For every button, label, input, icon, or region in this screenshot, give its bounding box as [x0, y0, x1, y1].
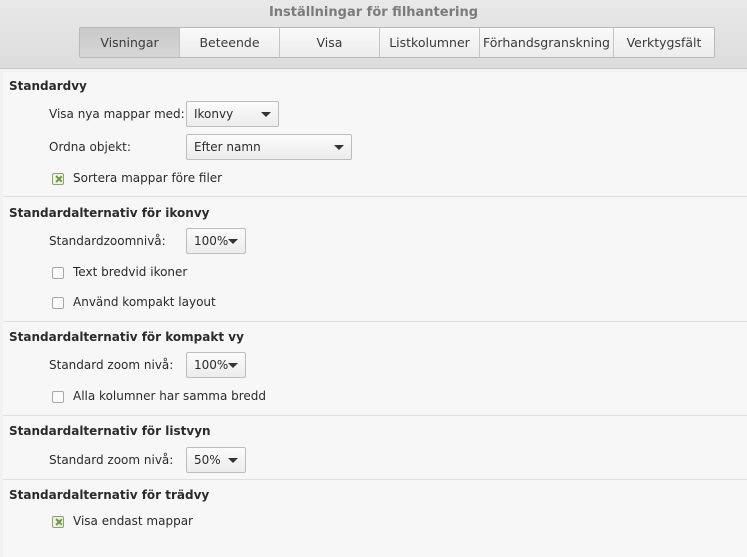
section-title-compact-view: Standardalternativ för kompakt vy — [9, 330, 244, 344]
section-title-tree-view: Standardalternativ för trädvy — [9, 488, 210, 502]
arrange-items-label: Ordna objekt: — [49, 140, 131, 154]
section-divider — [3, 196, 747, 197]
list-zoom-dropdown[interactable]: 50% — [186, 447, 246, 473]
tab-visa[interactable]: Visa — [280, 28, 380, 57]
tab-beteende[interactable]: Beteende — [180, 28, 280, 57]
tab-visningar[interactable]: Visningar — [80, 28, 180, 57]
only-folders-label: Visa endast mappar — [73, 514, 193, 528]
text-beside-icons-label: Text bredvid ikoner — [73, 265, 188, 279]
section-divider — [3, 321, 747, 322]
view-new-folders-label: Visa nya mappar med: — [49, 107, 185, 121]
compact-layout-checkbox[interactable] — [52, 297, 64, 309]
icon-zoom-value: 100% — [194, 234, 229, 248]
chevron-down-icon — [228, 363, 238, 368]
tab-listkolumner[interactable]: Listkolumner — [380, 28, 480, 57]
chevron-down-icon — [334, 145, 344, 150]
chevron-down-icon — [261, 112, 271, 117]
only-folders-checkbox[interactable] — [52, 516, 64, 528]
arrange-items-value: Efter namn — [194, 140, 261, 154]
tab-forhandsgranskning[interactable]: Förhandsgranskning — [480, 28, 614, 57]
settings-panel: Standardvy Visa nya mappar med: Ikonvy O… — [3, 72, 747, 557]
sort-folders-label: Sortera mappar före filer — [73, 171, 223, 185]
section-divider — [3, 415, 747, 416]
section-title-default-view: Standardvy — [9, 79, 87, 93]
section-title-list-view: Standardalternativ för listvyn — [9, 424, 211, 438]
same-width-columns-label: Alla kolumner har samma bredd — [73, 389, 267, 403]
compact-layout-label: Använd kompakt layout — [73, 295, 216, 309]
text-beside-icons-checkbox[interactable] — [52, 267, 64, 279]
chevron-down-icon — [228, 239, 238, 244]
sort-folders-checkbox[interactable] — [52, 173, 64, 185]
list-zoom-value: 50% — [194, 453, 221, 467]
compact-zoom-dropdown[interactable]: 100% — [186, 352, 246, 378]
title-bar: Inställningar för filhantering Visningar… — [0, 0, 747, 69]
arrange-items-dropdown[interactable]: Efter namn — [186, 134, 352, 160]
view-new-folders-dropdown[interactable]: Ikonvy — [186, 101, 279, 127]
tab-bar: Visningar Beteende Visa Listkolumner För… — [79, 27, 715, 58]
chevron-down-icon — [228, 458, 238, 463]
section-title-icon-view: Standardalternativ för ikonvy — [9, 206, 210, 220]
icon-zoom-dropdown[interactable]: 100% — [186, 228, 246, 254]
section-divider — [3, 479, 747, 480]
icon-zoom-label: Standardzoomnivå: — [49, 234, 166, 248]
window-title: Inställningar för filhantering — [268, 5, 479, 20]
list-zoom-label: Standard zoom nivå: — [49, 453, 174, 467]
tab-verktygsfalt[interactable]: Verktygsfält — [614, 28, 714, 57]
compact-zoom-value: 100% — [194, 358, 229, 372]
view-new-folders-value: Ikonvy — [194, 107, 234, 121]
compact-zoom-label: Standard zoom nivå: — [49, 358, 174, 372]
same-width-columns-checkbox[interactable] — [52, 391, 64, 403]
